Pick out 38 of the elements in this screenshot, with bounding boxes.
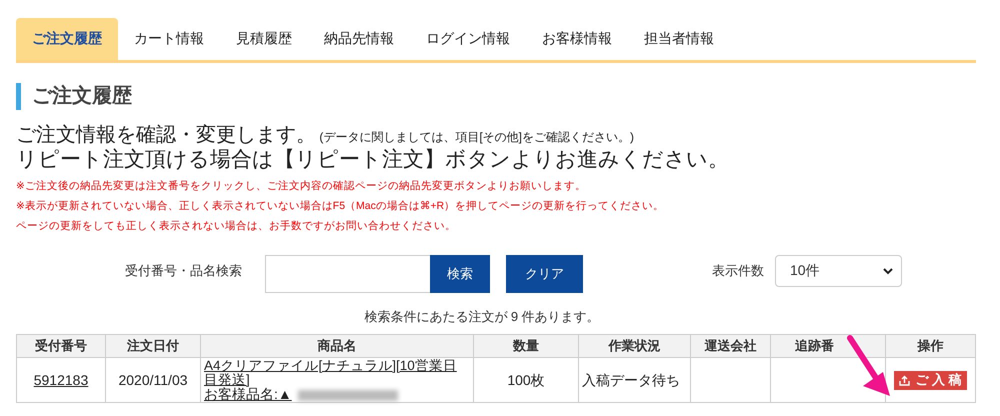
- intro-text: ご注文情報を確認・変更します。: [16, 124, 316, 146]
- per-page-label: 表示件数: [712, 262, 765, 280]
- nav-tab[interactable]: 納品先情報: [308, 18, 410, 60]
- table-cell: 100枚: [474, 358, 578, 402]
- nav-tab[interactable]: ご注文履歴: [16, 18, 118, 60]
- clear-button[interactable]: クリア: [506, 255, 583, 293]
- nav-tab[interactable]: お客様情報: [526, 18, 628, 60]
- product-link[interactable]: A4クリアファイル[ナチュラル][10営業日目発送]: [204, 359, 470, 387]
- nav-tab[interactable]: カート情報: [118, 18, 220, 60]
- page-heading: ご注文履歴: [16, 83, 1000, 110]
- column-header: 受付番号: [16, 334, 106, 358]
- intro-note: (データに関しましては、項目[その他]をご確認ください。): [318, 130, 634, 144]
- nav-tab[interactable]: 見積履歴: [220, 18, 308, 60]
- result-count: 検索条件にあたる注文が 9 件あります。: [363, 308, 601, 326]
- nav-tab[interactable]: 担当者情報: [628, 18, 730, 60]
- upload-icon: [899, 374, 910, 386]
- notice-text: ページの更新をしても正しく表示されない場合は、お手数ですがお問い合わせください。: [16, 219, 457, 234]
- search-field[interactable]: [265, 255, 430, 293]
- chevron-down-icon: [883, 268, 893, 274]
- upload-button[interactable]: ご 入 稿: [894, 370, 967, 390]
- pointer-arrow: [847, 335, 890, 396]
- table-cell: 入稿データ待ち: [578, 358, 690, 402]
- notice-text: ※ご注文後の納品先変更は注文番号をクリックし、ご注文内容の確認ページの納品先変更ボタンよりお願いします。: [16, 179, 587, 194]
- search-button[interactable]: 検索: [430, 255, 490, 293]
- intro-text: リピート注文頂ける場合は【リピート注文】ボタンよりお進みください。: [16, 148, 730, 172]
- column-header: 追跡番: [770, 334, 886, 358]
- column-header: 注文日付: [106, 334, 200, 358]
- per-page-select[interactable]: 10件: [775, 255, 902, 287]
- table-cell: 2020/11/03: [106, 358, 200, 402]
- column-header: 操作: [886, 334, 976, 358]
- column-header: 商品名: [200, 334, 474, 358]
- column-header: 数量: [474, 334, 578, 358]
- search-label: 受付番号・品名検索: [125, 262, 243, 280]
- nav-tab[interactable]: ログイン情報: [410, 18, 526, 60]
- column-header: 運送会社: [690, 334, 770, 358]
- customer-item-name[interactable]: お客様品名:▲: [204, 386, 292, 402]
- notice-text: ※表示が更新されていない場合、正しく表示されていない場合はF5（Macの場合は⌘+R）を押してページの更新を行ってください。: [16, 199, 666, 214]
- column-header: 作業状況: [578, 334, 690, 358]
